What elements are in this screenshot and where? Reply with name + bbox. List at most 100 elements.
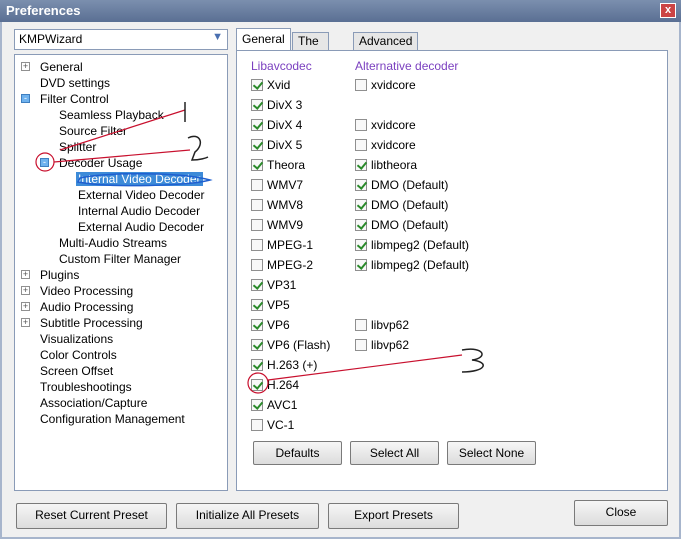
collapse-icon[interactable]: -	[21, 94, 30, 103]
checkbox[interactable]	[251, 159, 263, 171]
codec-checkbox-row[interactable]: WMV8	[251, 197, 303, 213]
alternative-decoder-checkbox-row[interactable]: libvp62	[355, 317, 409, 333]
tab-advanced[interactable]: Advanced	[353, 32, 419, 50]
checkbox[interactable]	[251, 199, 263, 211]
codec-checkbox-row[interactable]: H.264	[251, 377, 299, 393]
alternative-decoder-checkbox-row[interactable]: xvidcore	[355, 77, 416, 93]
checkbox[interactable]	[251, 139, 263, 151]
initialize-all-presets-button[interactable]: Initialize All Presets	[176, 503, 319, 529]
window-close-button[interactable]: x	[660, 3, 676, 18]
checkbox[interactable]	[251, 319, 263, 331]
codec-checkbox-row[interactable]: DivX 5	[251, 137, 302, 153]
checkbox[interactable]	[251, 379, 263, 391]
expand-icon[interactable]: +	[21, 62, 30, 71]
checkbox[interactable]	[355, 199, 367, 211]
alternative-decoder-checkbox-row[interactable]: DMO (Default)	[355, 217, 448, 233]
codec-checkbox-row[interactable]: AVC1	[251, 397, 297, 413]
defaults-button[interactable]: Defaults	[253, 441, 342, 465]
tree-item-internal-audio-decoder[interactable]: Internal Audio Decoder	[78, 203, 200, 219]
codec-checkbox-row[interactable]: VP5	[251, 297, 290, 313]
checkbox[interactable]	[355, 159, 367, 171]
checkbox[interactable]	[355, 79, 367, 91]
alternative-decoder-checkbox-row[interactable]: libtheora	[355, 157, 417, 173]
tree-item-screen-offset[interactable]: Screen Offset	[40, 363, 113, 379]
codec-checkbox-row[interactable]: DivX 3	[251, 97, 302, 113]
checkbox[interactable]	[251, 239, 263, 251]
checkbox[interactable]	[251, 219, 263, 231]
checkbox[interactable]	[251, 399, 263, 411]
tree-item-source-filter[interactable]: Source Filter	[59, 123, 127, 139]
checkbox[interactable]	[251, 119, 263, 131]
tree-item-troubleshootings[interactable]: Troubleshootings	[40, 379, 132, 395]
expand-icon[interactable]: +	[21, 270, 30, 279]
alternative-decoder-checkbox-row[interactable]: libmpeg2 (Default)	[355, 257, 469, 273]
codec-checkbox-row[interactable]: MPEG-2	[251, 257, 313, 273]
alternative-decoder-checkbox-row[interactable]: libvp62	[355, 337, 409, 353]
alternative-decoder-checkbox-row[interactable]: DMO (Default)	[355, 177, 448, 193]
alternative-decoder-checkbox-row[interactable]: xvidcore	[355, 117, 416, 133]
codec-checkbox-row[interactable]: VP6	[251, 317, 290, 333]
checkbox[interactable]	[355, 139, 367, 151]
tree-item-dvd-settings[interactable]: DVD settings	[40, 75, 110, 91]
tree-item-subtitle-processing[interactable]: + Subtitle Processing	[21, 315, 143, 331]
codec-checkbox-row[interactable]: DivX 4	[251, 117, 302, 133]
tree-item-splitter[interactable]: Splitter	[59, 139, 96, 155]
tree-item-association-capture[interactable]: Association/Capture	[40, 395, 147, 411]
tree-item-external-audio-decoder[interactable]: External Audio Decoder	[78, 219, 204, 235]
tree-item-general[interactable]: + General	[21, 59, 83, 75]
codec-checkbox-row[interactable]: WMV7	[251, 177, 303, 193]
tab-general[interactable]: General	[236, 28, 291, 51]
checkbox[interactable]	[251, 99, 263, 111]
tree-item-filter-control[interactable]: - Filter Control	[21, 91, 109, 107]
collapse-icon[interactable]: -	[40, 158, 49, 167]
checkbox[interactable]	[251, 419, 263, 431]
tree-item-external-video-decoder[interactable]: External Video Decoder	[78, 187, 205, 203]
checkbox[interactable]	[355, 239, 367, 251]
tab-the-rest[interactable]: The Rest	[292, 32, 329, 62]
checkbox[interactable]	[355, 119, 367, 131]
codec-checkbox-row[interactable]: WMV9	[251, 217, 303, 233]
alternative-decoder-checkbox-row[interactable]: libmpeg2 (Default)	[355, 237, 469, 253]
checkbox[interactable]	[251, 339, 263, 351]
checkbox[interactable]	[355, 259, 367, 271]
alternative-decoder-checkbox-row[interactable]: xvidcore	[355, 137, 416, 153]
checkbox[interactable]	[251, 179, 263, 191]
tree-item-multi-audio-streams[interactable]: Multi-Audio Streams	[59, 235, 167, 251]
tree-item-internal-video-decoder[interactable]: Internal Video Decoder	[76, 171, 203, 187]
tree-item-configuration-management[interactable]: Configuration Management	[40, 411, 185, 427]
codec-checkbox-row[interactable]: H.263 (+)	[251, 357, 317, 373]
tree-item-visualizations[interactable]: Visualizations	[40, 331, 113, 347]
checkbox[interactable]	[251, 359, 263, 371]
codec-checkbox-row[interactable]: VC-1	[251, 417, 294, 433]
checkbox[interactable]	[355, 219, 367, 231]
tree-item-plugins[interactable]: + Plugins	[21, 267, 79, 283]
preset-dropdown[interactable]: KMPWizard ▼	[14, 29, 228, 50]
expand-icon[interactable]: +	[21, 286, 30, 295]
codec-checkbox-row[interactable]: VP6 (Flash)	[251, 337, 330, 353]
tree-item-color-controls[interactable]: Color Controls	[40, 347, 117, 363]
reset-current-preset-button[interactable]: Reset Current Preset	[16, 503, 167, 529]
tree-item-decoder-usage[interactable]: - Decoder Usage	[40, 155, 142, 171]
close-button[interactable]: Close	[574, 500, 668, 526]
codec-checkbox-row[interactable]: MPEG-1	[251, 237, 313, 253]
select-none-button[interactable]: Select None	[447, 441, 536, 465]
tree-item-audio-processing[interactable]: + Audio Processing	[21, 299, 133, 315]
checkbox[interactable]	[355, 179, 367, 191]
tree-item-seamless-playback[interactable]: Seamless Playback	[59, 107, 164, 123]
expand-icon[interactable]: +	[21, 318, 30, 327]
codec-checkbox-row[interactable]: Theora	[251, 157, 305, 173]
expand-icon[interactable]: +	[21, 302, 30, 311]
checkbox[interactable]	[251, 259, 263, 271]
tree-item-custom-filter-manager[interactable]: Custom Filter Manager	[59, 251, 181, 267]
tree-item-video-processing[interactable]: + Video Processing	[21, 283, 133, 299]
checkbox[interactable]	[251, 299, 263, 311]
alternative-decoder-checkbox-row[interactable]: DMO (Default)	[355, 197, 448, 213]
checkbox[interactable]	[251, 279, 263, 291]
codec-checkbox-row[interactable]: Xvid	[251, 77, 290, 93]
checkbox[interactable]	[355, 319, 367, 331]
codec-checkbox-row[interactable]: VP31	[251, 277, 296, 293]
export-presets-button[interactable]: Export Presets	[328, 503, 459, 529]
checkbox[interactable]	[251, 79, 263, 91]
checkbox[interactable]	[355, 339, 367, 351]
select-all-button[interactable]: Select All	[350, 441, 439, 465]
